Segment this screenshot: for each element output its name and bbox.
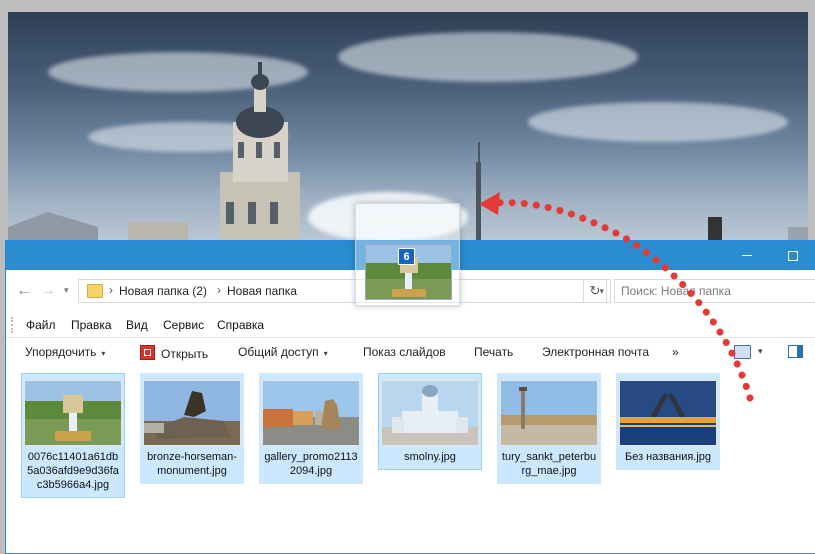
command-bar: Упорядочить ▾ Открыть Общий доступ ▾ Показ… xyxy=(6,337,815,368)
image-thumbnail xyxy=(143,380,241,446)
drag-preview: 6 xyxy=(355,203,460,306)
breadcrumb-separator-icon[interactable]: › xyxy=(109,283,113,297)
file-name: gallery_promo21132094.jpg xyxy=(264,451,358,477)
breadcrumb-separator-icon[interactable]: › xyxy=(217,283,221,297)
print-button[interactable]: Печать xyxy=(474,345,513,359)
organize-button[interactable]: Упорядочить ▾ xyxy=(25,345,105,359)
share-label: Общий доступ xyxy=(238,345,319,359)
file-name: bronze-horseman-monument.jpg xyxy=(147,451,237,477)
organize-label: Упорядочить xyxy=(25,345,97,359)
view-options-chevron-icon[interactable]: ▾ xyxy=(758,346,763,357)
minimize-button[interactable] xyxy=(724,241,770,270)
image-thumbnail xyxy=(24,380,122,446)
address-bar[interactable]: › Новая папка (2) › Новая папка ▾ xyxy=(78,279,611,303)
menu-view[interactable]: Вид xyxy=(126,318,148,332)
forward-arrow-icon[interactable]: → xyxy=(40,282,56,300)
change-view-icon[interactable] xyxy=(734,345,751,359)
back-arrow-icon[interactable]: ← xyxy=(16,282,32,300)
drag-count-badge: 6 xyxy=(398,248,415,265)
refresh-button[interactable]: ↻ xyxy=(583,279,607,303)
menu-edit[interactable]: Правка xyxy=(71,318,112,332)
image-thumbnail xyxy=(381,380,479,446)
folder-icon xyxy=(87,284,103,298)
file-item[interactable]: Без названия.jpg xyxy=(616,373,720,470)
menu-bar: Файл Правка Вид Сервис Справка xyxy=(6,314,815,336)
file-name: tury_sankt_peterburg_mae.jpg xyxy=(501,451,597,477)
file-name: 0076c11401a61db5a036afd9e9d36fac3b5966a4… xyxy=(27,451,119,491)
file-list: 0076c11401a61db5a036afd9e9d36fac3b5966a4… xyxy=(6,373,815,553)
file-name: Без названия.jpg xyxy=(624,451,712,463)
recent-locations-chevron-icon[interactable]: ▾ xyxy=(64,285,69,296)
open-label: Открыть xyxy=(161,347,209,361)
image-thumbnail xyxy=(500,380,598,446)
menu-help[interactable]: Справка xyxy=(217,318,264,332)
open-app-icon xyxy=(140,345,155,360)
menu-tools[interactable]: Сервис xyxy=(163,318,204,332)
minimize-icon xyxy=(742,255,752,256)
preview-pane-icon[interactable] xyxy=(788,345,803,358)
menu-file[interactable]: Файл xyxy=(26,318,56,332)
file-item[interactable]: gallery_promo21132094.jpg xyxy=(259,373,363,484)
menu-grip xyxy=(11,317,15,333)
chevron-down-icon: ▾ xyxy=(101,349,106,358)
maximize-icon xyxy=(788,250,798,261)
file-item[interactable]: 0076c11401a61db5a036afd9e9d36fac3b5966a4… xyxy=(21,373,125,498)
breadcrumb-parent[interactable]: Новая папка (2) xyxy=(119,284,207,298)
more-commands-button[interactable]: » xyxy=(672,345,679,359)
image-thumbnail xyxy=(262,380,360,446)
refresh-icon: ↻ xyxy=(589,283,601,298)
file-name: smolny.jpg xyxy=(404,451,456,463)
search-input[interactable] xyxy=(615,280,815,302)
breadcrumb-current[interactable]: Новая папка xyxy=(227,284,297,298)
file-item[interactable]: smolny.jpg xyxy=(378,373,482,470)
open-button[interactable]: Открыть xyxy=(140,345,208,361)
image-thumbnail xyxy=(619,380,717,446)
slideshow-button[interactable]: Показ слайдов xyxy=(363,345,446,359)
search-box[interactable] xyxy=(614,279,815,303)
file-item[interactable]: bronze-horseman-monument.jpg xyxy=(140,373,244,484)
email-button[interactable]: Электронная почта xyxy=(542,345,649,359)
maximize-button[interactable] xyxy=(770,241,815,270)
file-item[interactable]: tury_sankt_peterburg_mae.jpg xyxy=(497,373,601,484)
chevron-down-icon: ▾ xyxy=(323,349,328,358)
share-button[interactable]: Общий доступ ▾ xyxy=(238,345,328,359)
